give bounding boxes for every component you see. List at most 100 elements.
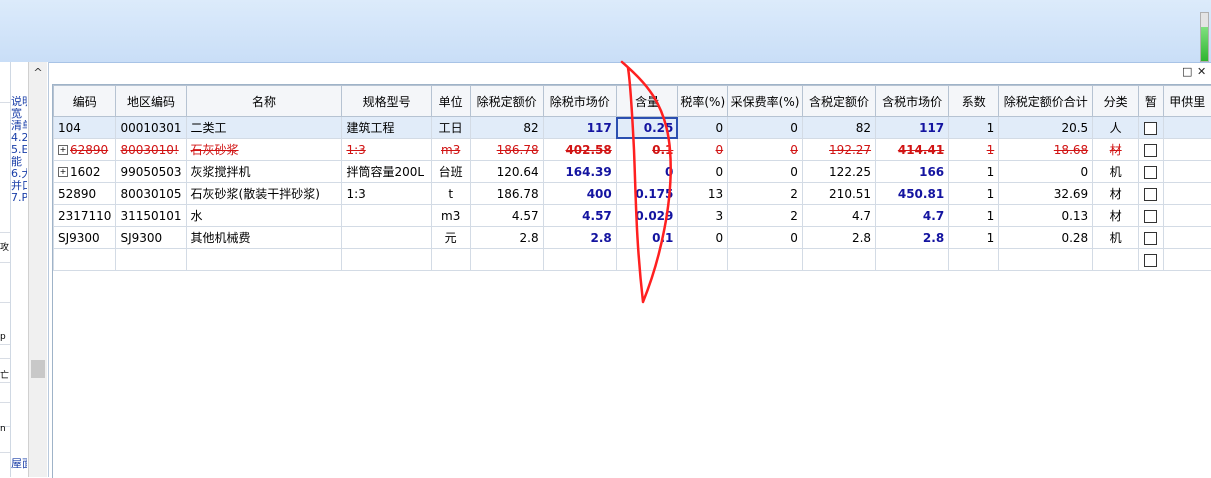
cell-empty[interactable] — [186, 249, 342, 271]
cell-p2[interactable]: 400 — [543, 183, 616, 205]
cell-cat[interactable]: 人 — [1093, 117, 1139, 139]
cell-spec[interactable]: 拌筒容量200L — [342, 161, 431, 183]
cell-empty[interactable] — [1163, 249, 1211, 271]
cell-unit[interactable]: m3 — [431, 205, 470, 227]
column-header[interactable]: 编码 — [54, 86, 116, 117]
provisional-checkbox-cell[interactable] — [1139, 249, 1163, 271]
provisional-checkbox[interactable] — [1144, 122, 1157, 135]
cell-name[interactable]: 灰浆搅拌机 — [186, 161, 342, 183]
cell-empty[interactable] — [342, 249, 431, 271]
cell-total[interactable]: 0 — [999, 161, 1093, 183]
cell-area[interactable]: 8003010! — [116, 139, 186, 161]
table-row[interactable]: +628908003010!石灰砂浆1:3m3186.78402.580.100… — [54, 139, 1211, 161]
cell-tax[interactable]: 0 — [678, 117, 728, 139]
cell-code[interactable]: +1602 — [54, 161, 116, 183]
cell-total[interactable]: 18.68 — [999, 139, 1093, 161]
cell-coef[interactable]: 1 — [949, 205, 999, 227]
cell-qty[interactable]: 0.175 — [616, 183, 678, 205]
cell-unit[interactable]: t — [431, 183, 470, 205]
provisional-checkbox-cell[interactable] — [1139, 183, 1163, 205]
cell-area[interactable]: 99050503 — [116, 161, 186, 183]
cell-supplied[interactable] — [1163, 183, 1211, 205]
cell-code[interactable]: 104 — [54, 117, 116, 139]
cell-supplied[interactable] — [1163, 227, 1211, 249]
cell-unit[interactable]: 元 — [431, 227, 470, 249]
cell-p4[interactable]: 2.8 — [876, 227, 949, 249]
cell-tax[interactable]: 0 — [678, 139, 728, 161]
cell-cat[interactable]: 机 — [1093, 227, 1139, 249]
cell-spec[interactable]: 1:3 — [342, 139, 431, 161]
cell-p3[interactable]: 192.27 — [802, 139, 875, 161]
cell-empty[interactable] — [470, 249, 543, 271]
cell-cat[interactable]: 材 — [1093, 205, 1139, 227]
column-header[interactable]: 甲供里 — [1163, 86, 1211, 117]
table-row[interactable]: SJ9300SJ9300其他机械费元2.82.80.1002.82.810.28… — [54, 227, 1211, 249]
cell-p4[interactable]: 4.7 — [876, 205, 949, 227]
column-header[interactable]: 除税市场价 — [543, 86, 616, 117]
cell-p1[interactable]: 186.78 — [470, 183, 543, 205]
cell-empty[interactable] — [616, 249, 678, 271]
expand-icon[interactable]: + — [58, 167, 68, 177]
table-row[interactable]: 231711031150101水m34.574.570.029324.74.71… — [54, 205, 1211, 227]
column-header[interactable]: 分类 — [1093, 86, 1139, 117]
column-header[interactable]: 暂 — [1139, 86, 1163, 117]
restore-icon[interactable]: □ — [1182, 65, 1192, 79]
expand-icon[interactable]: + — [58, 145, 68, 155]
cell-p2[interactable]: 164.39 — [543, 161, 616, 183]
cell-code[interactable]: 2317110 — [54, 205, 116, 227]
cell-cat[interactable]: 机 — [1093, 161, 1139, 183]
cell-empty[interactable] — [543, 249, 616, 271]
cell-coef[interactable]: 1 — [949, 117, 999, 139]
provisional-checkbox-cell[interactable] — [1139, 139, 1163, 161]
cell-p3[interactable]: 82 — [802, 117, 875, 139]
cell-coef[interactable]: 1 — [949, 139, 999, 161]
cell-fee[interactable]: 0 — [728, 117, 803, 139]
cell-empty[interactable] — [949, 249, 999, 271]
column-header[interactable]: 采保费率(%) — [728, 86, 803, 117]
cell-unit[interactable]: m3 — [431, 139, 470, 161]
close-icon[interactable]: ✕ — [1197, 65, 1206, 79]
cell-unit[interactable]: 台班 — [431, 161, 470, 183]
cell-code[interactable]: SJ9300 — [54, 227, 116, 249]
cell-fee[interactable]: 2 — [728, 183, 803, 205]
cell-spec[interactable]: 1:3 — [342, 183, 431, 205]
cell-name[interactable]: 二类工 — [186, 117, 342, 139]
cell-area[interactable]: 31150101 — [116, 205, 186, 227]
cell-qty[interactable]: 0.25 — [616, 117, 678, 139]
cell-fee[interactable]: 2 — [728, 205, 803, 227]
cell-empty[interactable] — [876, 249, 949, 271]
table-row[interactable]: 5289080030105石灰砂浆(散装干拌砂浆)1:3t186.784000.… — [54, 183, 1211, 205]
left-scrollbar[interactable]: ^ — [28, 62, 47, 477]
cell-empty[interactable] — [1093, 249, 1139, 271]
cell-supplied[interactable] — [1163, 117, 1211, 139]
provisional-checkbox[interactable] — [1144, 166, 1157, 179]
column-header[interactable]: 除税定额价 — [470, 86, 543, 117]
column-header[interactable]: 除税定额价合计 — [999, 86, 1093, 117]
cell-p3[interactable]: 122.25 — [802, 161, 875, 183]
cell-p4[interactable]: 117 — [876, 117, 949, 139]
cell-p3[interactable]: 2.8 — [802, 227, 875, 249]
cell-qty[interactable]: 0.1 — [616, 139, 678, 161]
provisional-checkbox-cell[interactable] — [1139, 117, 1163, 139]
cell-total[interactable]: 0.13 — [999, 205, 1093, 227]
provisional-checkbox-cell[interactable] — [1139, 227, 1163, 249]
cell-empty[interactable] — [999, 249, 1093, 271]
cell-spec[interactable]: 建筑工程 — [342, 117, 431, 139]
cell-name[interactable]: 水 — [186, 205, 342, 227]
cell-cat[interactable]: 材 — [1093, 139, 1139, 161]
cell-empty[interactable] — [678, 249, 728, 271]
column-header[interactable]: 系数 — [949, 86, 999, 117]
column-header[interactable]: 规格型号 — [342, 86, 431, 117]
cell-p4[interactable]: 450.81 — [876, 183, 949, 205]
cell-tax[interactable]: 0 — [678, 161, 728, 183]
cell-supplied[interactable] — [1163, 139, 1211, 161]
provisional-checkbox[interactable] — [1144, 254, 1157, 267]
cell-empty[interactable] — [54, 249, 116, 271]
cell-spec[interactable] — [342, 227, 431, 249]
column-header[interactable]: 含税定额价 — [802, 86, 875, 117]
cell-qty[interactable]: 0.1 — [616, 227, 678, 249]
cell-empty[interactable] — [116, 249, 186, 271]
cell-supplied[interactable] — [1163, 161, 1211, 183]
provisional-checkbox-cell[interactable] — [1139, 205, 1163, 227]
cell-supplied[interactable] — [1163, 205, 1211, 227]
